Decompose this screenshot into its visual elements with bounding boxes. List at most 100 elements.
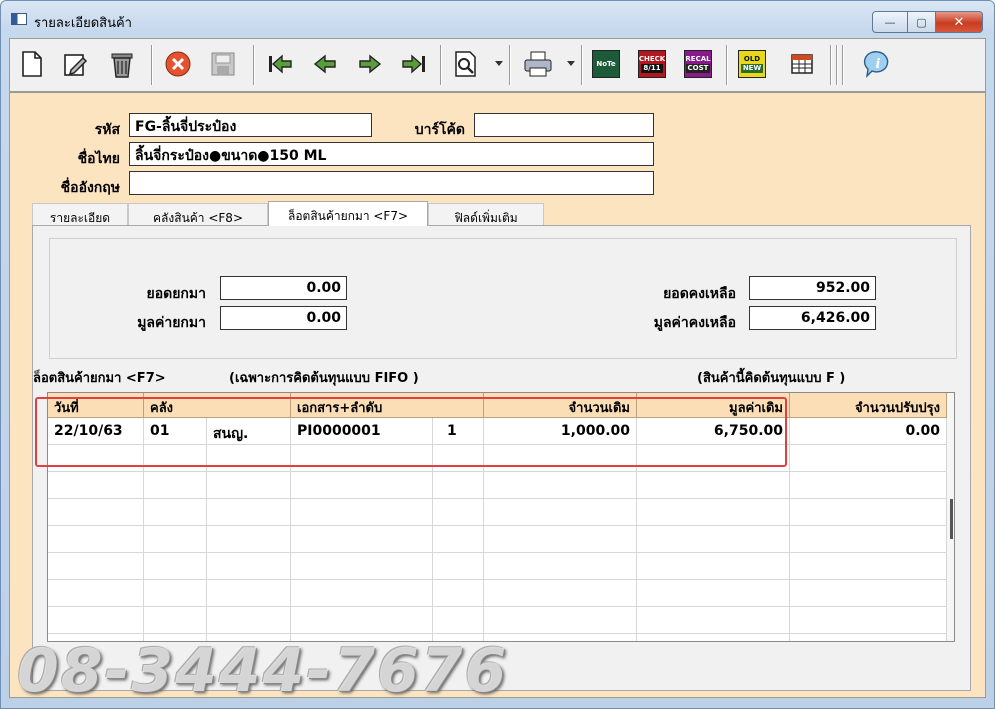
old-new-icon[interactable]: OLD NEW bbox=[736, 48, 768, 80]
minimize-button[interactable]: — bbox=[872, 11, 908, 33]
check-icon[interactable]: CHECK 8/11 bbox=[636, 48, 668, 80]
empty-cell[interactable] bbox=[207, 580, 291, 607]
edit-icon[interactable] bbox=[60, 48, 92, 80]
tab-warehouse[interactable]: คลังสินค้า <F8> bbox=[128, 203, 268, 225]
vertical-scrollbar[interactable] bbox=[947, 393, 954, 641]
empty-cell[interactable] bbox=[291, 499, 433, 526]
window-title: รายละเอียดสินค้า bbox=[34, 16, 132, 31]
info-icon[interactable]: i bbox=[862, 48, 894, 80]
empty-cell[interactable] bbox=[144, 526, 207, 553]
empty-cell[interactable] bbox=[790, 472, 947, 499]
summary-group: ยอดยกมา 0.00 มูลค่ายกมา 0.00 ยอดคงเหลือ … bbox=[49, 238, 957, 359]
highlight-box bbox=[35, 397, 787, 467]
empty-cell[interactable] bbox=[291, 472, 433, 499]
empty-cell[interactable] bbox=[433, 526, 484, 553]
title-bar[interactable]: รายละเอียดสินค้า — ▢ ✕ bbox=[1, 1, 994, 35]
empty-cell[interactable] bbox=[433, 472, 484, 499]
close-button[interactable]: ✕ bbox=[936, 11, 983, 33]
empty-cell[interactable] bbox=[637, 607, 790, 634]
search-dropdown-icon[interactable] bbox=[495, 61, 503, 66]
empty-cell[interactable] bbox=[291, 553, 433, 580]
empty-cell[interactable] bbox=[484, 607, 637, 634]
empty-cell[interactable] bbox=[484, 526, 637, 553]
empty-cell[interactable] bbox=[637, 553, 790, 580]
empty-cell[interactable] bbox=[790, 526, 947, 553]
empty-cell[interactable] bbox=[48, 607, 144, 634]
tab-extra-fields[interactable]: ฟิลด์เพิ่มเติม bbox=[428, 203, 544, 225]
recalc-cost-icon[interactable]: RECAL COST bbox=[682, 48, 714, 80]
empty-cell[interactable] bbox=[790, 634, 947, 641]
save-icon[interactable] bbox=[207, 48, 239, 80]
empty-cell[interactable] bbox=[637, 472, 790, 499]
empty-cell[interactable] bbox=[637, 526, 790, 553]
previous-record-icon[interactable] bbox=[309, 48, 341, 80]
empty-cell[interactable] bbox=[144, 553, 207, 580]
balance-qty-label: ยอดคงเหลือ bbox=[663, 286, 736, 302]
empty-cell[interactable] bbox=[790, 553, 947, 580]
recal-label-top: RECAL bbox=[685, 55, 711, 63]
empty-cell[interactable] bbox=[48, 472, 144, 499]
code-label: รหัส bbox=[94, 122, 120, 138]
cancel-icon[interactable] bbox=[162, 48, 194, 80]
tab-opening-lots[interactable]: ล็อตสินค้ายกมา <F7> bbox=[268, 201, 428, 226]
empty-cell[interactable] bbox=[291, 580, 433, 607]
empty-cell[interactable] bbox=[144, 607, 207, 634]
table-icon[interactable] bbox=[786, 48, 818, 80]
empty-cell[interactable] bbox=[484, 499, 637, 526]
empty-cell[interactable] bbox=[144, 472, 207, 499]
english-name-input[interactable] bbox=[129, 171, 654, 195]
new-document-icon[interactable] bbox=[16, 48, 48, 80]
empty-cell[interactable] bbox=[207, 526, 291, 553]
tab-details[interactable]: รายละเอียด bbox=[32, 203, 128, 225]
empty-cell[interactable] bbox=[484, 580, 637, 607]
empty-cell[interactable] bbox=[291, 607, 433, 634]
balance-value-label: มูลค่าคงเหลือ bbox=[653, 315, 736, 331]
empty-cell[interactable] bbox=[48, 526, 144, 553]
empty-cell[interactable] bbox=[790, 580, 947, 607]
empty-cell[interactable] bbox=[291, 526, 433, 553]
empty-cell[interactable] bbox=[637, 634, 790, 641]
first-record-icon[interactable] bbox=[264, 48, 296, 80]
empty-cell[interactable] bbox=[433, 499, 484, 526]
code-input[interactable]: FG-ลิ้นจี่ประป๋อง bbox=[129, 113, 372, 137]
empty-cell[interactable] bbox=[48, 553, 144, 580]
empty-cell[interactable] bbox=[48, 499, 144, 526]
print-dropdown-icon[interactable] bbox=[567, 61, 575, 66]
empty-cell[interactable] bbox=[207, 499, 291, 526]
thai-name-input[interactable]: ลิ้นจี่กระป๋อง●ขนาด●150 ML bbox=[129, 142, 654, 166]
search-icon[interactable] bbox=[450, 48, 482, 80]
last-record-icon[interactable] bbox=[398, 48, 430, 80]
col-header-adjust-qty[interactable]: จำนวนปรับปรุง bbox=[790, 393, 947, 418]
empty-cell[interactable] bbox=[484, 472, 637, 499]
opening-value-field[interactable]: 0.00 bbox=[220, 306, 347, 330]
empty-cell[interactable] bbox=[433, 607, 484, 634]
opening-qty-field[interactable]: 0.00 bbox=[220, 276, 347, 300]
empty-cell[interactable] bbox=[637, 499, 790, 526]
empty-cell[interactable] bbox=[144, 580, 207, 607]
empty-cell[interactable] bbox=[790, 607, 947, 634]
empty-cell[interactable] bbox=[790, 445, 947, 472]
cell-adjust-qty[interactable]: 0.00 bbox=[790, 418, 947, 445]
trash-icon[interactable] bbox=[106, 48, 138, 80]
empty-cell[interactable] bbox=[144, 499, 207, 526]
maximize-button[interactable]: ▢ bbox=[908, 11, 936, 33]
balance-qty-field[interactable]: 952.00 bbox=[749, 276, 876, 300]
empty-cell[interactable] bbox=[433, 580, 484, 607]
print-icon[interactable] bbox=[522, 48, 554, 80]
barcode-input[interactable] bbox=[474, 113, 654, 137]
note-icon[interactable]: NoTe bbox=[590, 48, 622, 80]
empty-cell[interactable] bbox=[207, 472, 291, 499]
empty-cell[interactable] bbox=[207, 553, 291, 580]
empty-cell[interactable] bbox=[637, 580, 790, 607]
cost-method-note: (สินค้านี้คิดต้นทุนแบบ F ) bbox=[697, 371, 846, 386]
empty-cell[interactable] bbox=[790, 499, 947, 526]
empty-cell[interactable] bbox=[433, 553, 484, 580]
empty-cell[interactable] bbox=[48, 580, 144, 607]
empty-cell[interactable] bbox=[207, 607, 291, 634]
check-label-top: CHECK bbox=[638, 55, 666, 63]
empty-cell[interactable] bbox=[484, 553, 637, 580]
scrollbar-thumb[interactable] bbox=[950, 499, 953, 539]
oldnew-label-bottom: NEW bbox=[740, 64, 764, 73]
balance-value-field[interactable]: 6,426.00 bbox=[749, 306, 876, 330]
next-record-icon[interactable] bbox=[354, 48, 386, 80]
